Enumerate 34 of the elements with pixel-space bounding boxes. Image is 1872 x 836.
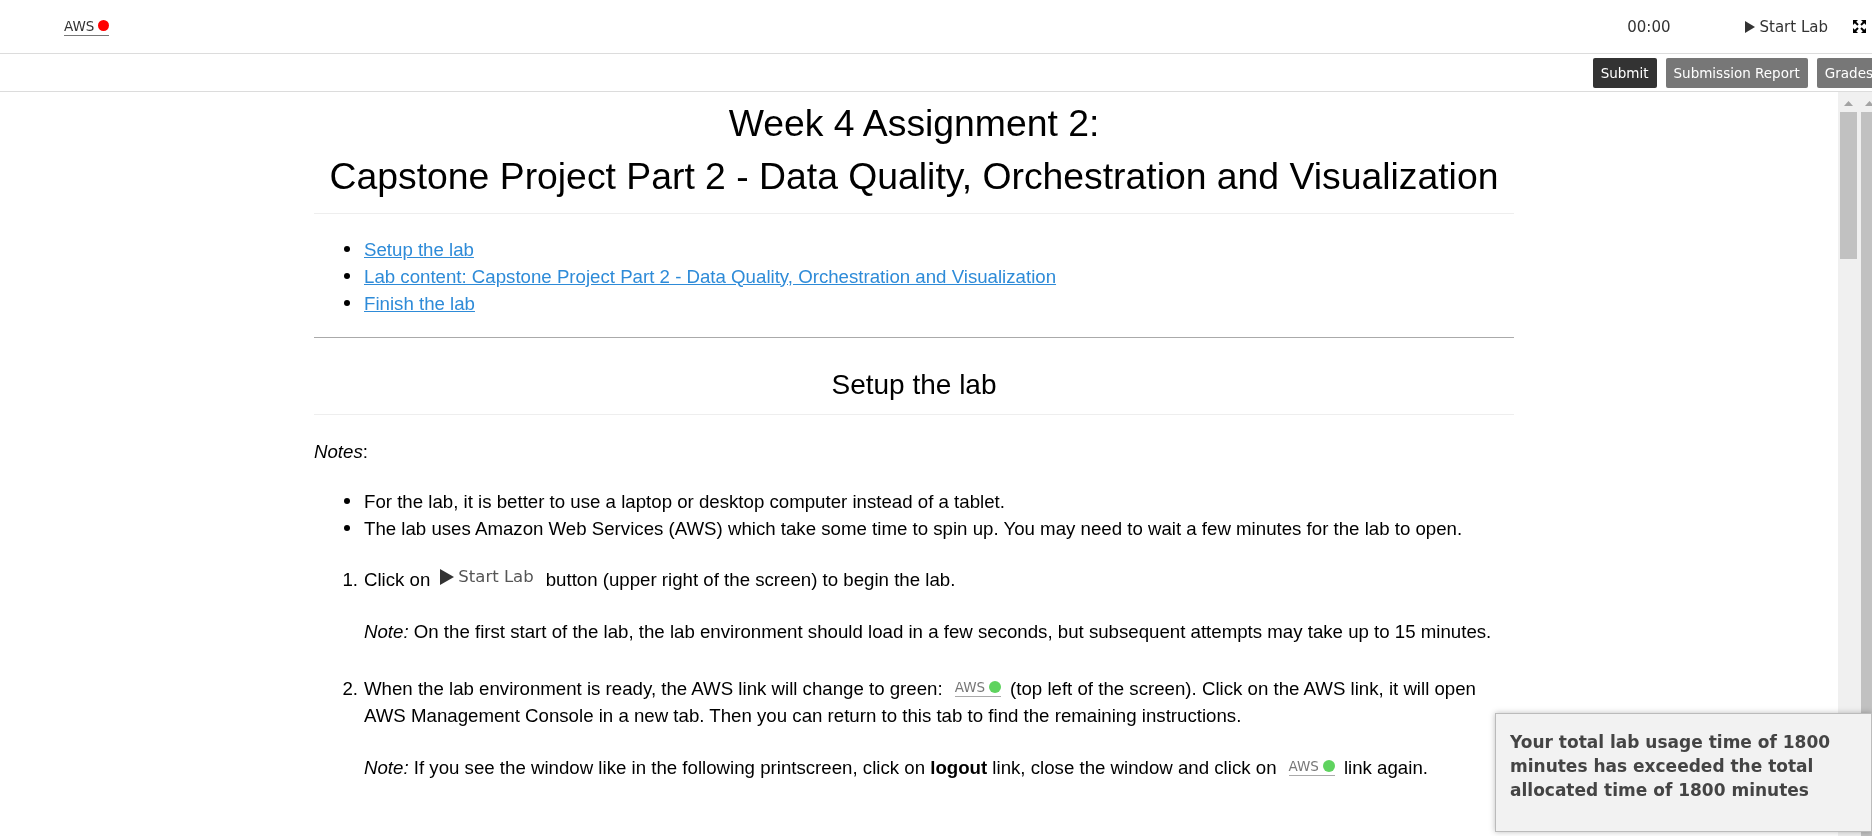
start-lab-label: Start Lab: [458, 567, 534, 587]
bullet-icon: [344, 246, 350, 252]
scroll-up-arrow-icon[interactable]: [1865, 101, 1872, 106]
page-title: Week 4 Assignment 2: Capstone Project Part 2 - Data Quality, Orchestration and Visualization: [314, 96, 1514, 214]
step-number: 1.: [342, 568, 359, 592]
play-icon: [1744, 20, 1755, 33]
grades-button[interactable]: Grades: [1816, 57, 1872, 88]
toc-link[interactable]: Lab content: Capstone Project Part 2 - Data Quality, Orchestration and Visualization: [364, 262, 1057, 290]
submission-report-button[interactable]: Submission Report: [1665, 57, 1808, 88]
play-icon: [440, 569, 455, 585]
expand-icon[interactable]: [1853, 20, 1866, 33]
bullet-icon: [344, 525, 350, 531]
start-lab-button[interactable]: Start Lab: [1744, 17, 1828, 36]
step-text: Click on Start Lab button (upper right of the screen) to begin the lab.: [364, 566, 957, 592]
notes-label: Notes:: [314, 439, 369, 464]
note-item: For the lab, it is better to use a laptop or desktop computer instead of a tablet.: [364, 489, 1006, 514]
bullet-icon: [344, 300, 350, 306]
toc-link[interactable]: Finish the lab: [364, 289, 475, 317]
step-note: Note: On the first start of the lab, the lab environment should load in a few seconds, but subsequent attempts may take up to 15 minutes.: [364, 620, 1493, 644]
bullet-icon: [344, 273, 350, 279]
aws-label: AWS: [1288, 758, 1319, 774]
scrollbar-thumb[interactable]: [1840, 112, 1857, 259]
step-number: 2.: [342, 677, 359, 701]
aws-label: AWS: [954, 679, 986, 695]
note-item: The lab uses Amazon Web Services (AWS) which take some time to spin up. You may need to wait a few minutes for the lab to open.: [364, 516, 1464, 541]
step-text: When the lab environment is ready, the AWS link will change to green: AWS (top left of the screen). Click on the AWS link, it will open AWS Management Console in a new tab. Then you can return to this tab to find the remaining instructions.: [364, 677, 1477, 728]
toc-link[interactable]: Setup the lab: [364, 235, 474, 263]
section-heading: Setup the lab: [314, 364, 1514, 415]
aws-link[interactable]: AWS: [64, 17, 110, 36]
timer: 00:00: [1627, 17, 1671, 36]
submit-button[interactable]: Submit: [1592, 57, 1657, 88]
notification-popup: Your total lab usage time of 1800 minutes has exceeded the total allocated time of 1800 minutes: [1495, 713, 1872, 832]
bullet-icon: [344, 498, 350, 504]
scroll-up-arrow-icon[interactable]: [1844, 101, 1853, 106]
